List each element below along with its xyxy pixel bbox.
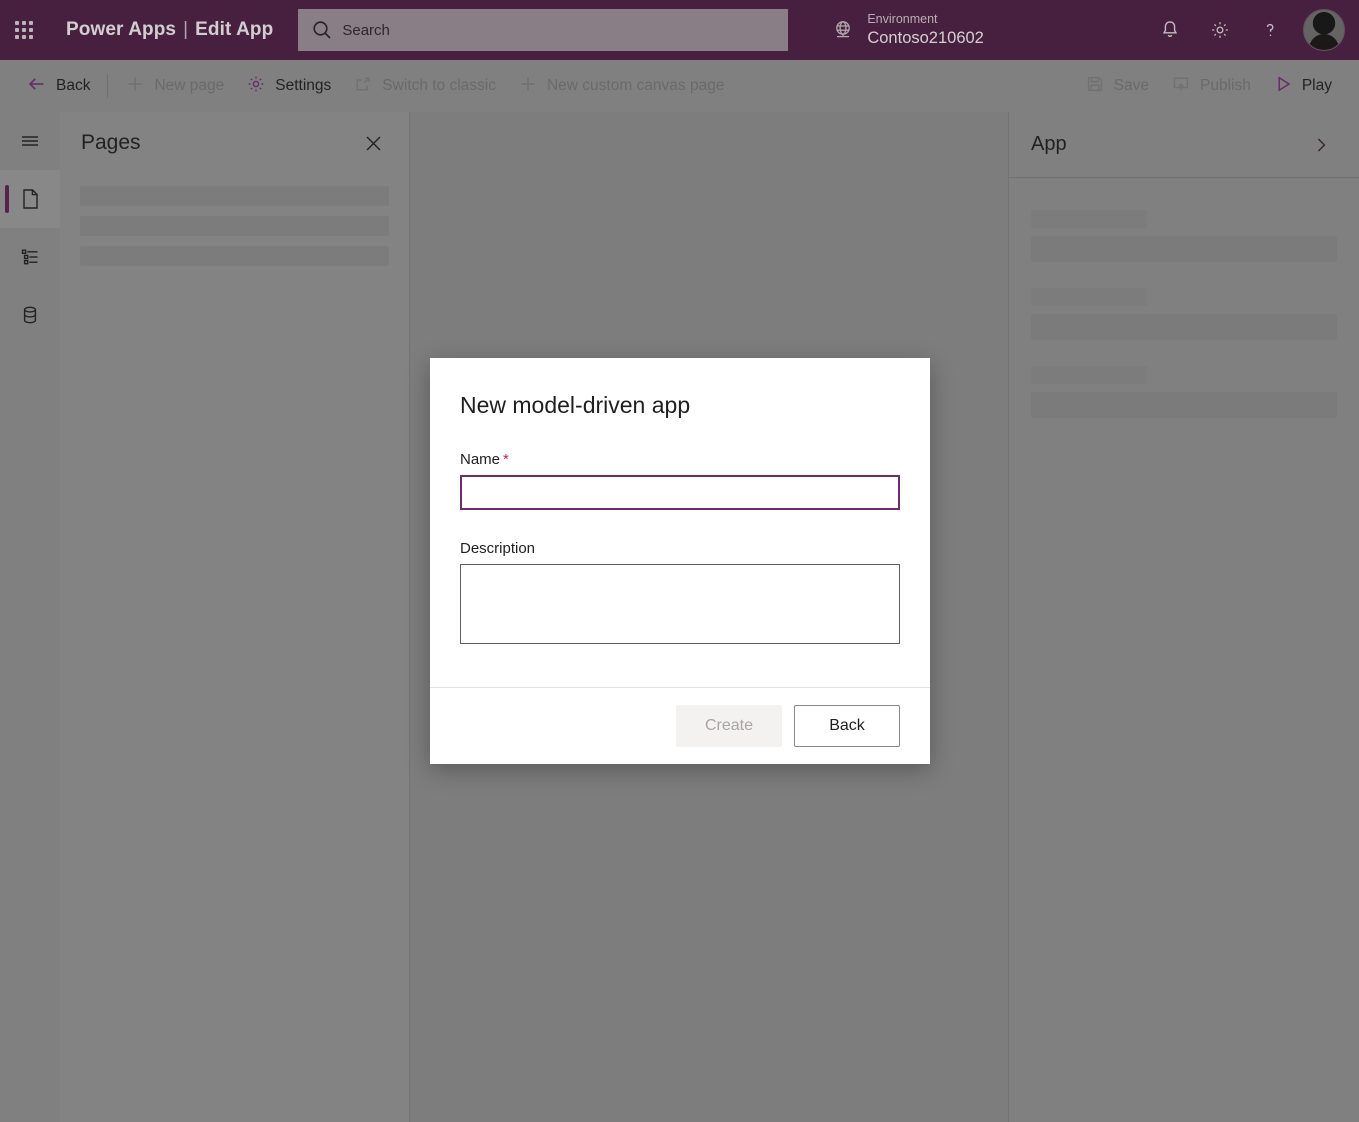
description-input[interactable]	[460, 564, 900, 644]
description-field-label: Description	[460, 540, 900, 557]
required-asterisk: *	[503, 451, 509, 468]
create-button[interactable]: Create	[676, 705, 782, 747]
back-button[interactable]: Back	[794, 705, 900, 747]
name-input[interactable]	[460, 475, 900, 510]
name-field-label-text: Name	[460, 451, 500, 468]
description-field-block: Description	[460, 540, 900, 649]
name-field-label: Name*	[460, 451, 900, 468]
dialog-footer: Create Back	[430, 687, 930, 764]
dialog-body: New model-driven app Name* Description	[430, 358, 930, 687]
dialog-title: New model-driven app	[460, 392, 900, 419]
new-model-driven-app-dialog: New model-driven app Name* Description C…	[430, 358, 930, 764]
name-field-block: Name*	[460, 451, 900, 510]
